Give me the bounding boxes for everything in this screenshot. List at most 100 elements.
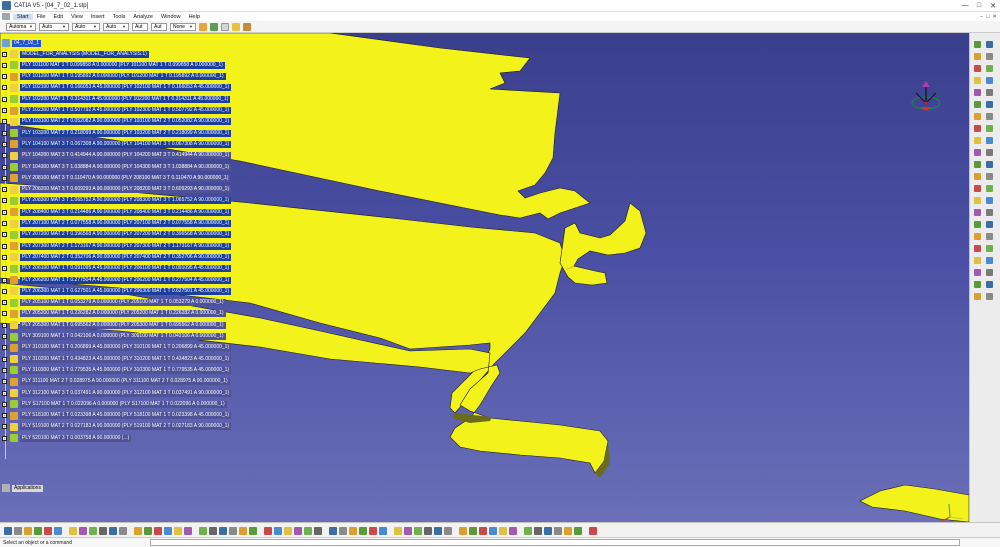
- standard-tool-icon[interactable]: [574, 527, 582, 535]
- standard-tool-icon[interactable]: [434, 527, 442, 535]
- expand-icon[interactable]: +: [2, 51, 7, 57]
- color-combo[interactable]: Automa ▼: [6, 22, 36, 31]
- format-painter-icon[interactable]: [232, 22, 240, 31]
- standard-tool-icon[interactable]: [89, 527, 97, 535]
- standard-tool-icon[interactable]: [544, 527, 552, 535]
- workbench-tool-icon[interactable]: [986, 77, 993, 84]
- layer-filter-icon[interactable]: [221, 22, 229, 31]
- menu-tools[interactable]: Tools: [109, 14, 130, 20]
- standard-tool-icon[interactable]: [304, 527, 312, 535]
- workbench-tool-icon[interactable]: [974, 137, 981, 144]
- tree-node-label[interactable]: PLY 311100 MAT 2 T 0.028975 A 90.000000 …: [20, 378, 230, 386]
- tree-node[interactable]: + PLY 207100 MAT 2 T 0.077558 A 90.000000…: [2, 219, 232, 229]
- tree-node[interactable]: + PLY 102300 MAT 1 T 0.507792 A 45.000000…: [2, 106, 232, 116]
- expand-icon[interactable]: +: [2, 266, 7, 272]
- tree-node[interactable]: + PLY 207200 MAT 2 T 0.396568 A 90.000000…: [2, 230, 232, 240]
- standard-tool-icon[interactable]: [469, 527, 477, 535]
- workbench-tool-icon[interactable]: [974, 77, 981, 84]
- tree-node[interactable]: + PLY 207400 MAT 2 T 0.352706 A 90.000000…: [2, 252, 232, 262]
- expand-icon[interactable]: +: [2, 367, 7, 373]
- doc-close-button[interactable]: ✕: [992, 14, 997, 20]
- standard-tool-icon[interactable]: [329, 527, 337, 535]
- properties-icon[interactable]: [210, 22, 218, 31]
- tree-node-label[interactable]: PLY 207400 MAT 2 T 0.352706 A 90.000000 …: [20, 253, 232, 261]
- tree-node-label[interactable]: PLY 518100 MAT 1 T 0.023398 A 45.000000 …: [20, 412, 232, 420]
- expand-icon[interactable]: +: [2, 74, 7, 80]
- workbench-tool-icon[interactable]: [974, 161, 981, 168]
- tree-root[interactable]: 04_7_02_1: [2, 38, 42, 48]
- expand-icon[interactable]: +: [2, 277, 7, 283]
- workbench-tool-icon[interactable]: [986, 209, 993, 216]
- expand-icon[interactable]: +: [2, 198, 7, 204]
- pattern-combo[interactable]: Aut: [132, 22, 148, 31]
- doc-minimize-button[interactable]: –: [980, 14, 983, 20]
- standard-tool-icon[interactable]: [414, 527, 422, 535]
- standard-tool-icon[interactable]: [264, 527, 272, 535]
- workbench-tool-icon[interactable]: [986, 149, 993, 156]
- tree-node[interactable]: + PLY 205300 MAT 1 T 0.695562 A 0.000000 …: [2, 320, 226, 330]
- standard-tool-icon[interactable]: [79, 527, 87, 535]
- expand-icon[interactable]: +: [2, 288, 7, 294]
- workbench-tool-icon[interactable]: [974, 41, 981, 48]
- tree-node[interactable]: + PLY 310300 MAT 1 T 0.779535 A 45.000000…: [2, 365, 232, 375]
- standard-tool-icon[interactable]: [394, 527, 402, 535]
- workbench-tool-icon[interactable]: [974, 281, 981, 288]
- tree-node[interactable]: + PLY 104200 MAT 3 T 0.414944 A 90.000000…: [2, 151, 232, 161]
- command-input[interactable]: [150, 539, 960, 546]
- expand-icon[interactable]: +: [2, 379, 7, 385]
- workbench-tool-icon[interactable]: [986, 185, 993, 192]
- tree-node-label[interactable]: PLY 207200 MAT 2 T 0.396568 A 90.000000 …: [20, 231, 232, 239]
- connector-tab[interactable]: [559, 202, 647, 286]
- standard-tool-icon[interactable]: [274, 527, 282, 535]
- tree-node-label[interactable]: PLY 310100 MAT 1 T 0.206899 A 45.000000 …: [20, 344, 232, 352]
- workbench-tool-icon[interactable]: [986, 41, 993, 48]
- menu-edit[interactable]: Edit: [50, 14, 67, 20]
- tree-node-label[interactable]: PLY 104200 MAT 3 T 0.414944 A 90.000000 …: [20, 152, 232, 160]
- expand-icon[interactable]: +: [2, 334, 7, 339]
- tree-node[interactable]: + PLY 208100 MAT 3 T 0.110470 A 90.000000…: [2, 173, 231, 183]
- standard-tool-icon[interactable]: [359, 527, 367, 535]
- expand-icon[interactable]: +: [2, 62, 7, 68]
- tree-node-label[interactable]: PLY 103200 MAT 2 T 0.218099 A 90.000000 …: [20, 129, 232, 137]
- expand-icon[interactable]: +: [2, 413, 7, 419]
- menu-insert[interactable]: Insert: [87, 14, 109, 20]
- expand-icon[interactable]: +: [2, 85, 7, 91]
- workbench-tool-icon[interactable]: [974, 101, 981, 108]
- expand-icon[interactable]: +: [2, 424, 7, 430]
- tree-node[interactable]: + PLY 206300 MAT 1 T 0.627501 A 45.000000…: [2, 286, 232, 296]
- workbench-tool-icon[interactable]: [986, 161, 993, 168]
- workbench-tool-icon[interactable]: [974, 233, 981, 240]
- workbench-tool-icon[interactable]: [986, 65, 993, 72]
- tree-node-label[interactable]: PLY 102200 MAT 1 T 0.314311 A 45.000000 …: [20, 95, 231, 103]
- standard-tool-icon[interactable]: [524, 527, 532, 535]
- workbench-tool-icon[interactable]: [974, 245, 981, 252]
- standard-tool-icon[interactable]: [164, 527, 172, 535]
- expand-icon[interactable]: +: [2, 96, 7, 102]
- standard-tool-icon[interactable]: [349, 527, 357, 535]
- workbench-tool-icon[interactable]: [986, 269, 993, 276]
- tree-node-label[interactable]: PLY 205100 MAT 1 T 0.053279 A 0.000000 (…: [20, 299, 226, 307]
- workbench-tool-icon[interactable]: [986, 125, 993, 132]
- tree-node[interactable]: + PLY 310200 MAT 1 T 0.434823 A 45.000000…: [2, 354, 232, 364]
- standard-tool-icon[interactable]: [4, 527, 12, 535]
- standard-tool-icon[interactable]: [184, 527, 192, 535]
- tree-node[interactable]: + PLY 104100 MAT 3 T 0.067308 A 90.000000…: [2, 139, 232, 149]
- tree-node-label[interactable]: PLY 206300 MAT 1 T 0.627501 A 45.000000 …: [20, 287, 232, 295]
- tree-node[interactable]: + MODEL_FOR_ANALYSIS (MODEL_FOR_ANALYSIS.…: [2, 49, 149, 59]
- standard-tool-icon[interactable]: [14, 527, 22, 535]
- standard-tool-icon[interactable]: [369, 527, 377, 535]
- tree-node-label[interactable]: PLY 206200 MAT 1 T 0.277504 A 45.000000 …: [20, 276, 232, 284]
- expand-icon[interactable]: +: [2, 356, 7, 362]
- workbench-tool-icon[interactable]: [986, 101, 993, 108]
- standard-tool-icon[interactable]: [54, 527, 62, 535]
- expand-icon[interactable]: +: [2, 175, 7, 181]
- expand-icon[interactable]: +: [2, 390, 7, 396]
- expand-icon[interactable]: +: [2, 119, 7, 125]
- workbench-tool-icon[interactable]: [986, 113, 993, 120]
- workbench-tool-icon[interactable]: [974, 125, 981, 132]
- tree-node-label[interactable]: PLY 101100 MAT 1 T 0.099858 A 0.000000 (…: [20, 61, 225, 69]
- expand-icon[interactable]: +: [2, 232, 7, 238]
- standard-tool-icon[interactable]: [554, 527, 562, 535]
- expand-icon[interactable]: +: [2, 209, 7, 215]
- standard-tool-icon[interactable]: [24, 527, 32, 535]
